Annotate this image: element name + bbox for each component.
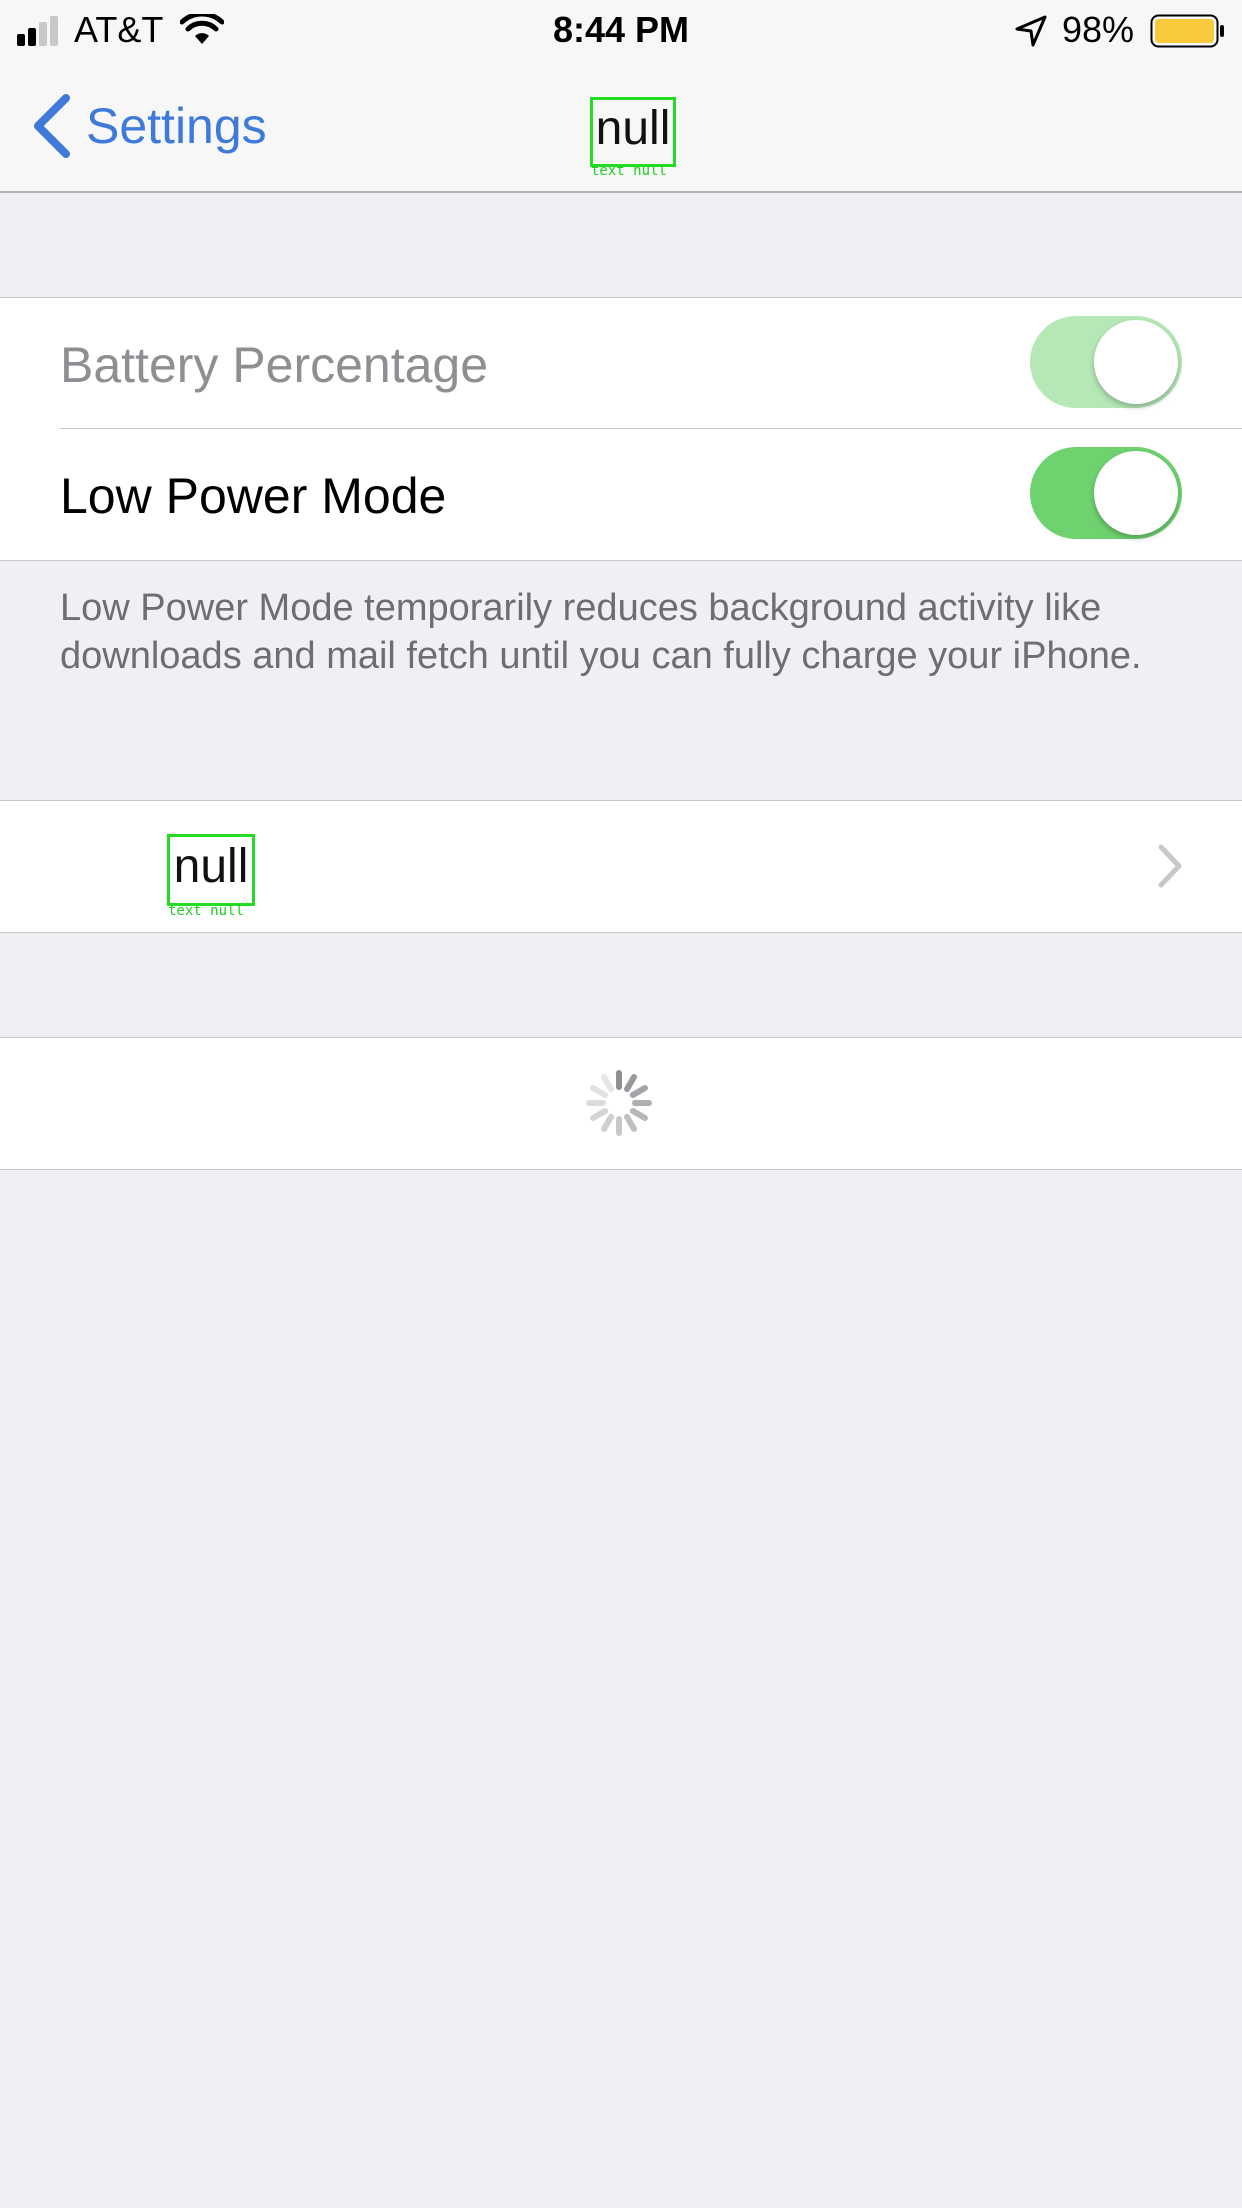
- cell-annotation-label: text null: [168, 903, 244, 919]
- loading-row: [0, 1038, 1242, 1169]
- battery-usage-row[interactable]: null text null: [0, 801, 1242, 932]
- toggle-knob: [1094, 451, 1178, 535]
- low-power-mode-label: Low Power Mode: [60, 468, 447, 524]
- battery-percentage-text: 98%: [1062, 9, 1135, 50]
- battery-usage-label: null: [167, 834, 255, 906]
- battery-settings-group: Battery Percentage Low Power Mode: [0, 297, 1242, 561]
- status-time: 8:44 PM: [552, 9, 690, 50]
- back-label: Settings: [86, 98, 267, 154]
- loading-group: [0, 1037, 1242, 1170]
- chevron-right-icon: [1158, 844, 1182, 888]
- low-power-mode-toggle[interactable]: [1030, 447, 1182, 539]
- title-annotation-label: text null: [591, 163, 667, 179]
- chevron-left-icon: [34, 94, 70, 158]
- navigation-bar: Settings null text null: [0, 60, 1242, 193]
- battery-percentage-label: Battery Percentage: [60, 337, 489, 393]
- location-arrow-icon: [1015, 15, 1047, 47]
- toggle-knob: [1094, 320, 1178, 404]
- battery-usage-group: null text null: [0, 800, 1242, 933]
- battery-icon: [1150, 14, 1224, 48]
- status-bar: AT&T 8:44 PM 98%: [0, 0, 1242, 60]
- low-power-mode-description: Low Power Mode temporarily reduces backg…: [60, 587, 1142, 677]
- page-title: null: [590, 97, 676, 167]
- low-power-mode-row: Low Power Mode: [0, 428, 1242, 560]
- back-button[interactable]: Settings: [30, 90, 267, 162]
- loading-spinner-icon: [586, 1070, 652, 1136]
- battery-percentage-row: Battery Percentage: [0, 298, 1242, 429]
- battery-percentage-toggle[interactable]: [1030, 316, 1182, 408]
